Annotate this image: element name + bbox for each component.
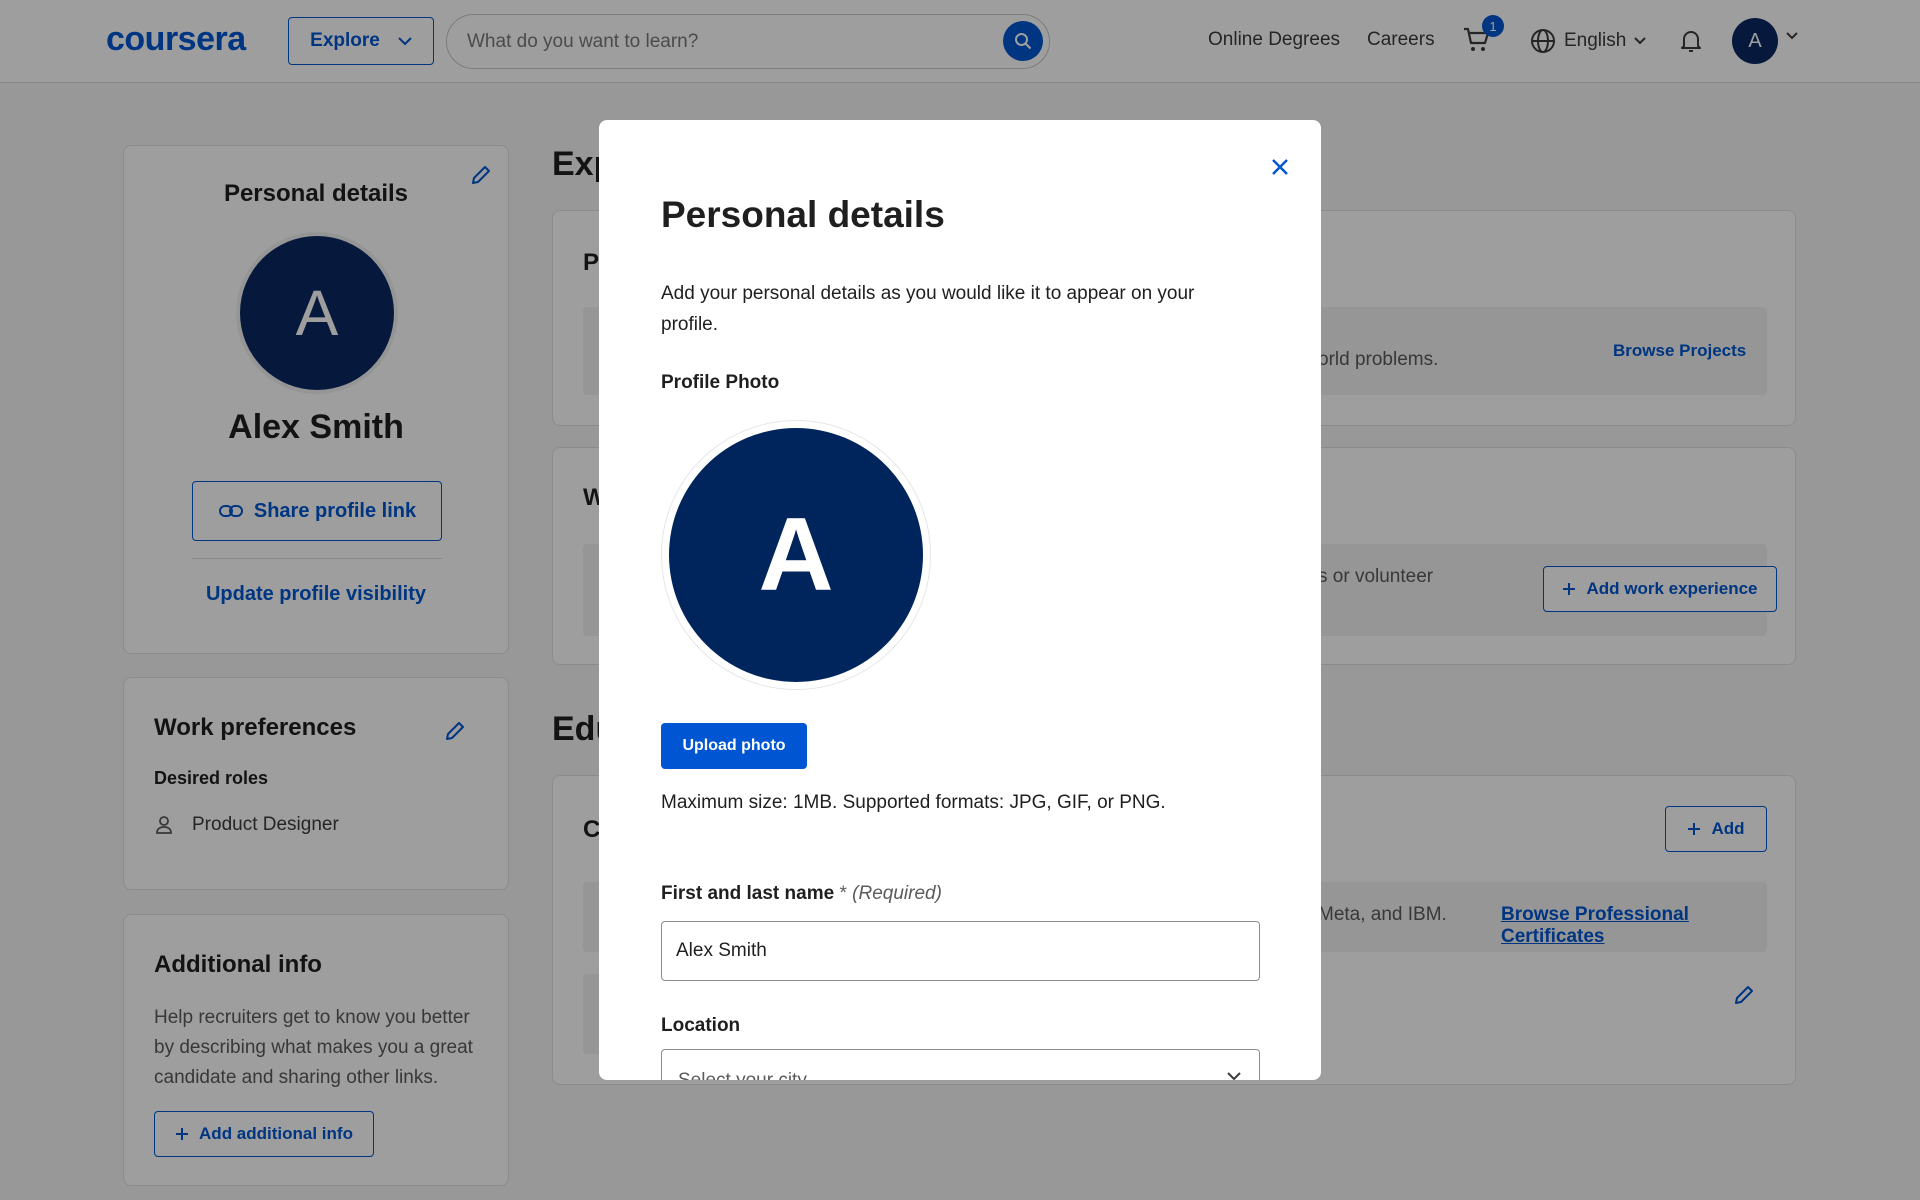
profile-photo: A xyxy=(661,420,931,690)
chevron-down-icon xyxy=(1227,1072,1241,1080)
name-field-label: First and last name * (Required) xyxy=(661,883,942,905)
required-asterisk: * xyxy=(839,883,847,904)
close-button[interactable] xyxy=(1265,152,1295,182)
photo-size-note: Maximum size: 1MB. Supported formats: JP… xyxy=(661,792,1166,813)
modal-title: Personal details xyxy=(661,194,945,235)
modal-description: Add your personal details as you would l… xyxy=(661,283,1195,335)
location-select[interactable]: Select your city xyxy=(661,1049,1260,1080)
required-text: (Required) xyxy=(852,883,942,904)
location-placeholder: Select your city xyxy=(678,1070,807,1080)
close-icon xyxy=(1272,159,1288,175)
profile-photo-avatar: A xyxy=(669,428,923,682)
profile-photo-label: Profile Photo xyxy=(661,372,780,393)
upload-photo-button[interactable]: Upload photo xyxy=(661,723,807,769)
name-input[interactable] xyxy=(661,921,1260,981)
name-label-text: First and last name xyxy=(661,883,835,904)
personal-details-modal: Personal details Add your personal detai… xyxy=(599,120,1321,1080)
location-label: Location xyxy=(661,1015,741,1036)
